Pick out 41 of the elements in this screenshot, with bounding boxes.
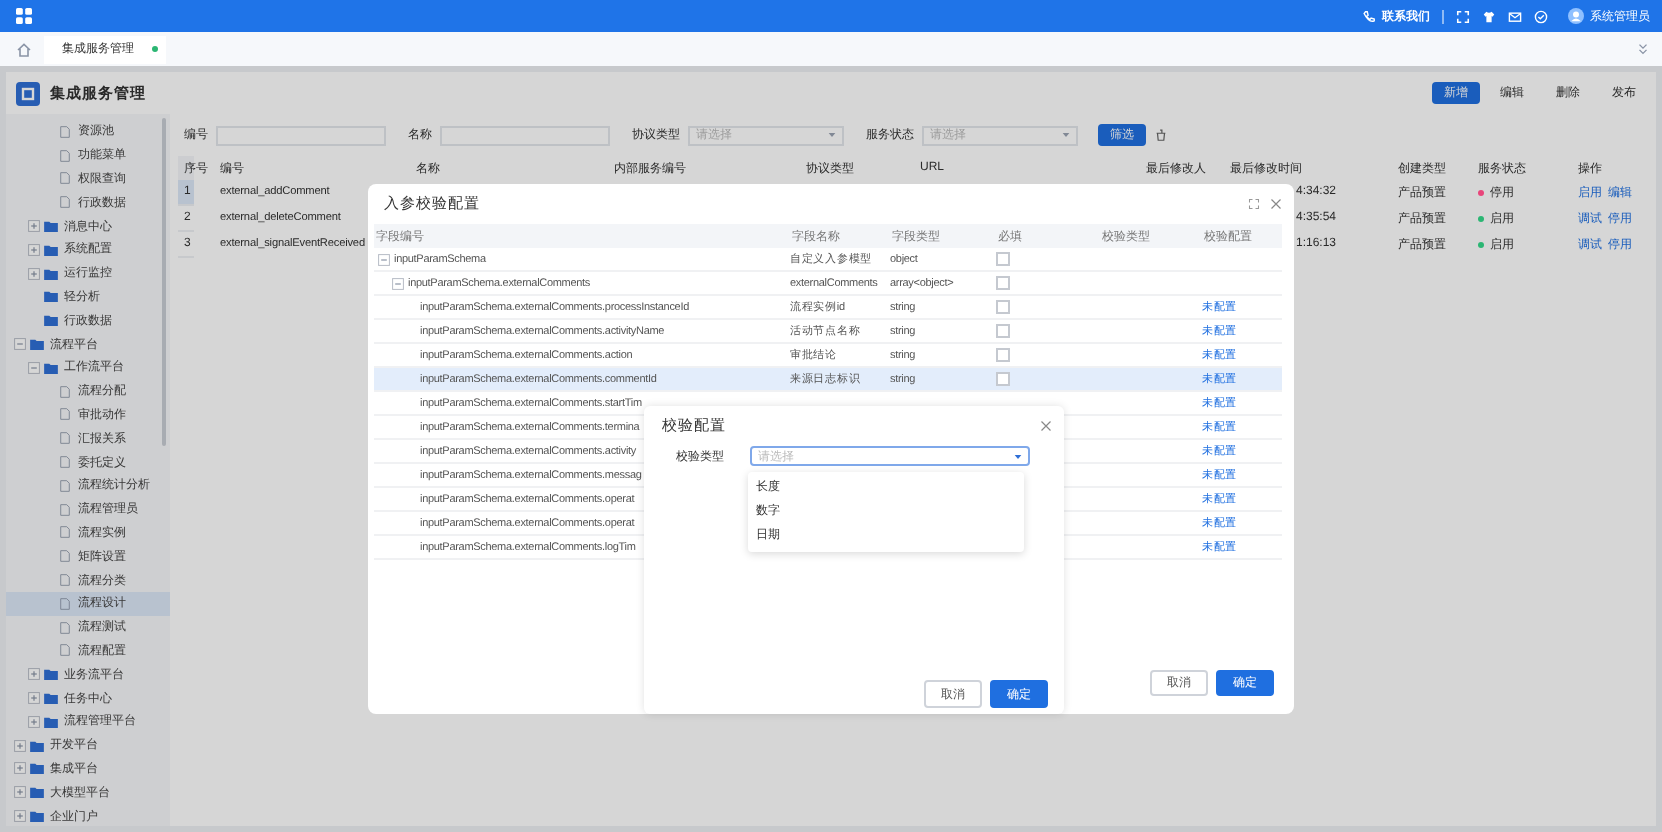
- avatar[interactable]: [1568, 8, 1584, 24]
- scrollbar[interactable]: [162, 118, 166, 446]
- checkbox[interactable]: [996, 324, 1010, 338]
- caret-icon: [828, 132, 836, 138]
- caret-icon: [1014, 453, 1022, 459]
- expand-toggle-icon[interactable]: [28, 668, 40, 681]
- close-icon[interactable]: [1040, 420, 1052, 432]
- checkbox[interactable]: [996, 300, 1010, 314]
- maximize-icon[interactable]: [1248, 198, 1260, 210]
- dot-icon: [152, 46, 158, 52]
- shirt-icon[interactable]: [1482, 9, 1496, 23]
- check-circle-icon[interactable]: [1534, 9, 1548, 23]
- chevron-down-icon[interactable]: [1636, 42, 1650, 56]
- collapse-toggle-icon[interactable]: [14, 338, 26, 351]
- collapse-toggle-icon[interactable]: [378, 253, 390, 265]
- expand-toggle-icon[interactable]: [28, 243, 40, 256]
- checkbox[interactable]: [996, 252, 1010, 266]
- expand-toggle-icon[interactable]: [28, 692, 40, 705]
- expand-toggle-icon[interactable]: [14, 762, 26, 775]
- home-icon[interactable]: [16, 41, 32, 57]
- close-icon[interactable]: [1270, 198, 1282, 210]
- expand-toggle-icon[interactable]: [14, 810, 26, 822]
- fullscreen-icon[interactable]: [1456, 9, 1470, 23]
- caret-icon: [1062, 132, 1070, 138]
- checkbox[interactable]: [996, 276, 1010, 290]
- expand-toggle-icon[interactable]: [28, 220, 40, 233]
- input-field[interactable]: [216, 125, 386, 145]
- clear-icon[interactable]: [1154, 128, 1168, 142]
- expand-toggle-icon[interactable]: [28, 715, 40, 728]
- expand-toggle-icon[interactable]: [14, 739, 26, 752]
- checkbox[interactable]: [996, 348, 1010, 362]
- phone-icon: [1362, 9, 1376, 23]
- mail-icon[interactable]: [1508, 9, 1522, 23]
- input-field[interactable]: [440, 125, 610, 145]
- collapse-toggle-icon[interactable]: [392, 277, 404, 289]
- app-icon: [16, 81, 40, 105]
- expand-toggle-icon[interactable]: [28, 267, 40, 280]
- checkbox[interactable]: [996, 372, 1010, 386]
- collapse-toggle-icon[interactable]: [28, 361, 40, 374]
- app-grid-icon[interactable]: [16, 8, 32, 24]
- expand-toggle-icon[interactable]: [14, 786, 26, 799]
